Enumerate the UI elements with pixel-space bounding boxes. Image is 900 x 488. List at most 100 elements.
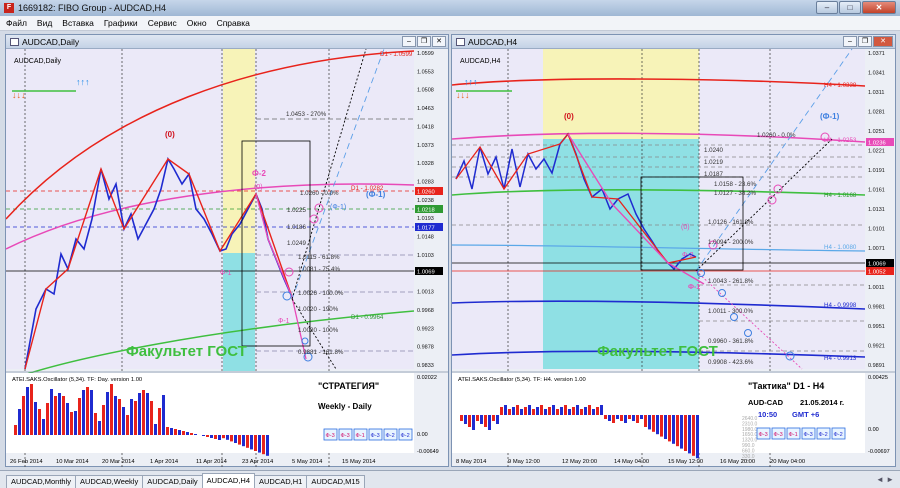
chart-minimize-button[interactable]: – — [843, 36, 857, 47]
chart-minimize-button[interactable]: – — [402, 36, 416, 47]
svg-text:H4 - 1.0168: H4 - 1.0168 — [824, 192, 857, 199]
oscillator-bar — [684, 415, 687, 451]
fibo-time-zone-cyan — [543, 139, 699, 369]
app-icon: F — [4, 3, 14, 13]
wave-label: (0) — [564, 112, 574, 121]
date-tick: 16 May 20:00 — [720, 459, 755, 465]
oscillator-bar — [126, 415, 129, 435]
phase-button-label: Ф-3 — [326, 433, 335, 439]
chart-tab[interactable]: AUDCAD,H4 — [201, 473, 256, 488]
window-controls: – □ ✕ — [816, 1, 896, 14]
chart-tab[interactable]: AUDCAD,Weekly — [75, 475, 144, 488]
oscillator-bar — [166, 427, 169, 435]
oscillator-bar — [464, 415, 467, 424]
daily-chart[interactable]: ↑↑↑ ↓↓↓ AUDCAD,Daily Факультет ГОСТ (0) … — [6, 49, 448, 467]
wave-label: Ф-1 — [220, 270, 232, 277]
chart-window-daily-titlebar[interactable]: AUDCAD,Daily – ❐ ✕ — [6, 35, 448, 49]
oscillator-bar — [512, 407, 515, 415]
phase-button-label: Ф-2 — [401, 433, 410, 439]
watermark-text: Факультет ГОСТ — [126, 343, 247, 360]
svg-text:H4 - 0.9913: H4 - 0.9913 — [824, 355, 857, 362]
svg-text:1.0094 - 200.0%: 1.0094 - 200.0% — [708, 239, 754, 246]
oscillator-bar — [246, 435, 249, 448]
oscillator-bar — [82, 390, 85, 435]
oscillator-bar — [238, 435, 241, 445]
chart-close-button[interactable]: ✕ — [873, 36, 893, 47]
oscillator-bar — [688, 415, 691, 454]
ma-label: D1 - 1.0282 — [351, 185, 384, 192]
chart-window-controls: – ❐ ✕ — [402, 36, 446, 47]
oscillator-bar — [604, 415, 607, 419]
phase-button-label: Ф-3 — [774, 432, 783, 438]
date-axis: 26 Feb 2014 10 Mar 2014 20 Mar 2014 1 Apr 2… — [10, 459, 376, 465]
chart-restore-button[interactable]: ❐ — [858, 36, 872, 47]
close-button[interactable]: ✕ — [862, 1, 896, 14]
price-tick: 1.0553 — [417, 69, 434, 75]
price-tick: 0.9968 — [417, 308, 434, 314]
oscillator-bar — [170, 428, 173, 435]
chart-tab[interactable]: AUDCAD,Daily — [142, 475, 203, 488]
oscillator-bar — [142, 390, 145, 435]
menu-bar: Файл Вид Вставка Графики Сервис Окно Спр… — [0, 16, 900, 31]
oscillator-bar — [58, 393, 61, 435]
svg-text:1.0020 - 190%: 1.0020 - 190% — [298, 306, 339, 313]
oscillator-bar — [130, 399, 133, 435]
oscillator-bar — [680, 415, 683, 449]
svg-text:H4 - 0.9998: H4 - 0.9998 — [824, 302, 857, 309]
menu-insert[interactable]: Вставка — [62, 18, 94, 28]
oscillator-bar — [580, 409, 583, 415]
oscillator-bar — [30, 384, 33, 435]
menu-view[interactable]: Вид — [37, 18, 52, 28]
price-tick: 1.0101 — [868, 227, 885, 233]
price-tick: 0.9921 — [868, 344, 885, 350]
svg-text:1.0240: 1.0240 — [704, 147, 723, 154]
tab-scroll-arrows[interactable]: ◄ ► — [876, 475, 894, 484]
oscillator-bar — [150, 401, 153, 435]
oscillator-bar — [488, 415, 491, 430]
menu-tools[interactable]: Сервис — [148, 18, 177, 28]
svg-text:1.0127 - 38.2%: 1.0127 - 38.2% — [714, 190, 756, 197]
oscillator-bar — [158, 408, 161, 435]
oscillator-bar — [692, 415, 695, 456]
oscillator-bar — [202, 435, 205, 436]
chart-tab[interactable]: AUDCAD,M15 — [306, 475, 365, 488]
svg-text:H4 - 1.0338: H4 - 1.0338 — [824, 82, 857, 89]
price-tick: 1.0283 — [417, 179, 434, 185]
oscillator-bar — [90, 390, 93, 435]
price-tick: 1.0071 — [868, 246, 885, 252]
menu-window[interactable]: Окно — [187, 18, 207, 28]
chart-restore-button[interactable]: ❐ — [417, 36, 431, 47]
minimize-button[interactable]: – — [816, 1, 838, 14]
price-tick: 1.0103 — [417, 253, 434, 259]
oscillator-bar — [564, 405, 567, 415]
date-label: 21.05.2014 г. — [800, 398, 844, 407]
chart-tab[interactable]: AUDCAD,Monthly — [6, 475, 77, 488]
svg-text:1.0187: 1.0187 — [704, 171, 723, 178]
oscillator-label: ATEI.SAKS.Oscillator (5,34). TF: H4. ver… — [458, 377, 586, 383]
svg-text:1.0219: 1.0219 — [704, 159, 723, 166]
chart-tab[interactable]: AUDCAD,H1 — [254, 475, 308, 488]
chart-window-daily[interactable]: AUDCAD,Daily – ❐ ✕ ↑↑↑ ↓↓↓ AUDCAD,Daily … — [5, 34, 449, 467]
trend-arrows-up: ↑↑↑ — [76, 77, 90, 87]
oscillator-bar — [596, 407, 599, 415]
price-marker-label: 1.0052 — [868, 270, 886, 276]
chart-close-button[interactable]: ✕ — [432, 36, 446, 47]
oscillator-bar — [22, 396, 25, 435]
ma-label: D1 - 1.0599 — [380, 51, 413, 58]
h4-chart[interactable]: ↑↑↑ ↓↓↓ AUDCAD,H4 Факультет ГОСТ (0) (Ф-… — [452, 49, 895, 467]
maximize-button[interactable]: □ — [839, 1, 861, 14]
oscillator-bar — [174, 429, 177, 435]
chart-window-h4[interactable]: AUDCAD,H4 – ❐ ✕ ↑↑↑ ↓↓↓ AUDCAD,H4 Факуль… — [451, 34, 896, 467]
chart-window-controls: – ❐ ✕ — [843, 36, 893, 47]
oscillator-bar — [46, 403, 49, 435]
oscillator-bar — [556, 409, 559, 415]
date-tick: 5 May 2014 — [292, 459, 323, 465]
menu-file[interactable]: Файл — [6, 18, 27, 28]
chart-window-h4-titlebar[interactable]: AUDCAD,H4 – ❐ ✕ — [452, 35, 895, 49]
oscillator-bar — [182, 431, 185, 435]
date-tick: 12 May 20:00 — [562, 459, 597, 465]
oscillator-bar — [536, 407, 539, 415]
menu-help[interactable]: Справка — [217, 18, 250, 28]
osc-scale-bottom: -0.00697 — [868, 449, 890, 455]
menu-charts[interactable]: Графики — [104, 18, 138, 28]
